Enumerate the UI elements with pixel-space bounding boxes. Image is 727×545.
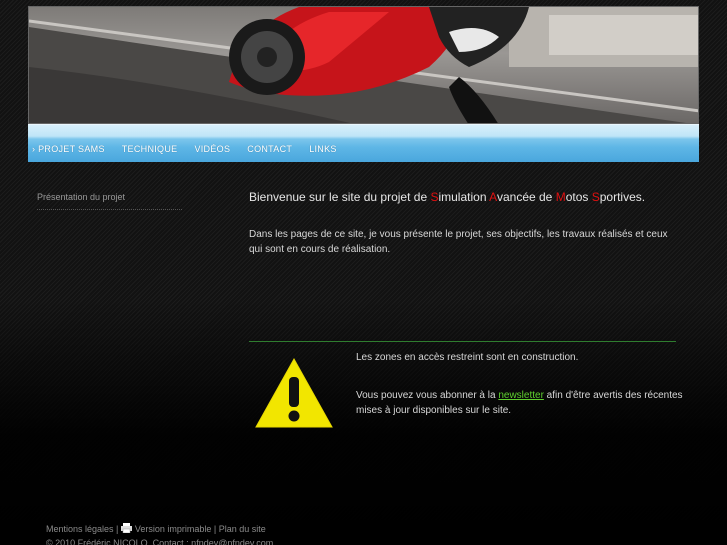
copyright: © 2010 Frédéric NICOLO. Contact : nfndev… [46,538,274,545]
welcome-text-3: vancée de [496,190,556,204]
subscribe-prefix: Vous pouvez vous abonner à la [356,390,499,401]
nav-item-technique[interactable]: TECHNIQUE [122,144,178,154]
acronym-letter-m: M [555,190,566,204]
motorcycle-banner-image [29,7,698,123]
welcome-text-2: imulation [438,190,490,204]
legal-notice-link[interactable]: Mentions légales [46,524,114,534]
sidebar: Présentation du projet [37,192,182,210]
sidebar-item-presentation[interactable]: Présentation du projet [37,192,182,210]
page-fade [0,300,727,545]
notice-block: Les zones en accès restreint sont en con… [356,350,686,418]
intro-paragraph: Dans les pages de ce site, je vous prése… [249,229,668,255]
nav-item-contact[interactable]: CONTACT [247,144,292,154]
subscribe-notice: Vous pouvez vous abonner à la newsletter… [356,388,686,418]
content-divider [249,341,676,342]
footer-separator: | [211,524,219,534]
warning-icon [255,357,333,428]
sitemap-link[interactable]: Plan du site [219,524,266,534]
nav-item-projet-sams[interactable]: › PROJET SAMS [32,144,105,154]
welcome-text-4: otos [565,190,592,204]
nav-item-links[interactable]: LINKS [309,144,337,154]
acronym-letter-a: A [489,190,497,204]
footer-separator: | [113,524,121,534]
main-content: Bienvenue sur le site du projet de Simul… [249,189,677,257]
restricted-notice: Les zones en accès restreint sont en con… [356,352,579,363]
newsletter-link[interactable]: newsletter [498,390,544,401]
nav-item-videos[interactable]: VIDÉOS [194,144,230,154]
header-banner [28,6,699,124]
print-version-link[interactable]: Version imprimable [135,524,212,534]
welcome-text-1: Bienvenue sur le site du projet de [249,190,431,204]
acronym-letter-s2: S [591,190,600,204]
footer-links: Mentions légales | Version imprimable | … [46,522,446,536]
main-nav: › PROJET SAMS TECHNIQUE VIDÉOS CONTACT L… [28,124,699,162]
welcome-heading: Bienvenue sur le site du projet de Simul… [249,189,677,205]
printer-icon[interactable] [120,523,132,533]
welcome-text-5: portives. [599,190,646,204]
footer: Mentions légales | Version imprimable | … [46,522,446,545]
